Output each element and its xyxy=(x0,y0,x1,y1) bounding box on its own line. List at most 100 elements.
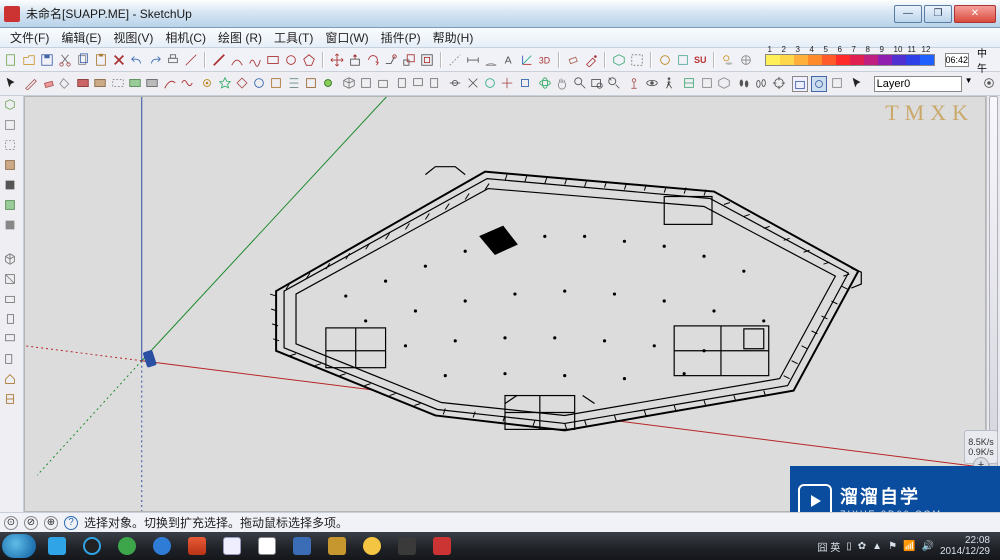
viewport[interactable] xyxy=(24,96,986,512)
redo-icon[interactable] xyxy=(148,52,162,68)
eraser-icon[interactable] xyxy=(566,52,580,68)
tray-sym1[interactable]: ▯ xyxy=(846,541,852,552)
task-app-2[interactable] xyxy=(75,534,109,558)
zoom-window-icon[interactable] xyxy=(590,76,604,92)
pal-house-icon[interactable] xyxy=(3,372,21,390)
paint-icon[interactable] xyxy=(584,52,598,68)
misc-e-icon[interactable] xyxy=(518,76,532,92)
style-wire-icon[interactable] xyxy=(76,76,90,92)
task-app-12[interactable] xyxy=(425,534,459,558)
tool-a-icon[interactable] xyxy=(184,52,198,68)
polygon-icon[interactable] xyxy=(302,52,316,68)
section-display-icon[interactable] xyxy=(700,76,714,92)
menu-edit[interactable]: 编辑(E) xyxy=(55,29,107,46)
task-app-3[interactable] xyxy=(110,534,144,558)
task-app-9[interactable] xyxy=(320,534,354,558)
task-app-6[interactable] xyxy=(215,534,249,558)
paste-icon[interactable] xyxy=(94,52,108,68)
close-button[interactable]: ✕ xyxy=(954,5,996,23)
tray-vol-icon[interactable]: 🔊 xyxy=(921,541,933,552)
pal-face-icon[interactable] xyxy=(3,118,21,136)
walk-step2-icon[interactable] xyxy=(754,76,768,92)
pal-iso-icon[interactable] xyxy=(3,252,21,270)
walk-step-icon[interactable] xyxy=(737,76,751,92)
delete-icon[interactable] xyxy=(112,52,126,68)
select-icon[interactable] xyxy=(4,76,18,92)
gearset-a-icon[interactable] xyxy=(200,76,214,92)
layer-input[interactable] xyxy=(874,76,962,92)
pal-cube-icon[interactable] xyxy=(3,98,21,116)
style-hidden-icon[interactable] xyxy=(93,76,107,92)
print-icon[interactable] xyxy=(166,52,180,68)
target-icon[interactable] xyxy=(772,76,786,92)
task-app-1[interactable] xyxy=(40,534,74,558)
view-iso-icon[interactable] xyxy=(342,76,356,92)
section-cut-icon[interactable] xyxy=(717,76,731,92)
view-left-icon[interactable] xyxy=(428,76,442,92)
rotate-icon[interactable] xyxy=(366,52,380,68)
pal-solid-icon[interactable] xyxy=(3,178,21,196)
group-icon[interactable] xyxy=(630,52,644,68)
menu-help[interactable]: 帮助(H) xyxy=(427,29,480,46)
move-icon[interactable] xyxy=(330,52,344,68)
offset-icon[interactable] xyxy=(420,52,434,68)
orbit-icon[interactable] xyxy=(538,76,552,92)
shadow-settings-icon[interactable] xyxy=(739,52,753,68)
menu-view[interactable]: 视图(V) xyxy=(107,29,159,46)
start-button[interactable] xyxy=(2,534,36,558)
save-icon[interactable] xyxy=(40,52,54,68)
tray-clock[interactable]: 22:082014/12/29 xyxy=(940,535,990,557)
style-mono-icon[interactable] xyxy=(145,76,159,92)
pan-icon[interactable] xyxy=(555,76,569,92)
circle-icon[interactable] xyxy=(284,52,298,68)
protractor-icon[interactable] xyxy=(484,52,498,68)
layer-dropdown-icon[interactable]: ▼ xyxy=(965,76,979,92)
gearset-b-icon[interactable] xyxy=(218,76,232,92)
text-icon[interactable]: A xyxy=(502,52,516,68)
task-app-11[interactable] xyxy=(390,534,424,558)
zoom-icon[interactable] xyxy=(573,76,587,92)
scale-icon[interactable] xyxy=(402,52,416,68)
status-icon-a[interactable]: ⊙ xyxy=(4,516,18,530)
component-icon[interactable] xyxy=(612,52,626,68)
task-app-8[interactable] xyxy=(285,534,319,558)
menu-draw[interactable]: 绘图 (R) xyxy=(212,29,268,46)
pal-back-icon[interactable] xyxy=(3,332,21,350)
cut-icon[interactable] xyxy=(58,52,72,68)
misc-b-icon[interactable] xyxy=(466,76,480,92)
view-back-icon[interactable] xyxy=(411,76,425,92)
gearset-h-icon[interactable] xyxy=(321,76,335,92)
menu-file[interactable]: 文件(F) xyxy=(4,29,55,46)
tray-up-icon[interactable]: ▲ xyxy=(872,541,882,552)
line-icon[interactable] xyxy=(212,52,226,68)
pushpull-icon[interactable] xyxy=(348,52,362,68)
open-icon[interactable] xyxy=(22,52,36,68)
gearset-d-icon[interactable] xyxy=(252,76,266,92)
plugin-a-icon[interactable] xyxy=(658,52,672,68)
view-right-icon[interactable] xyxy=(394,76,408,92)
pal-left-icon[interactable] xyxy=(3,352,21,370)
section-icon[interactable] xyxy=(682,76,696,92)
gearset-c-icon[interactable] xyxy=(235,76,249,92)
task-app-5[interactable] xyxy=(180,534,214,558)
freehand-icon[interactable] xyxy=(248,52,262,68)
month-scale[interactable]: 1 2 3 4 5 6 7 8 9 10 11 12 xyxy=(765,54,935,66)
menu-camera[interactable]: 相机(C) xyxy=(159,29,212,46)
box-a-icon[interactable] xyxy=(792,76,808,92)
3dtext-icon[interactable]: 3D xyxy=(538,52,552,68)
menu-tools[interactable]: 工具(T) xyxy=(268,29,319,46)
tray-flag-icon[interactable]: ⚑ xyxy=(888,541,897,552)
system-tray[interactable]: 囧 英 ▯ ✿ ▲ ⚑ 📶 🔊 22:082014/12/29 xyxy=(817,535,998,557)
misc-d-icon[interactable] xyxy=(500,76,514,92)
tray-sym2[interactable]: ✿ xyxy=(858,541,866,552)
maximize-button[interactable]: ❐ xyxy=(924,5,952,23)
pal-right-icon[interactable] xyxy=(3,312,21,330)
pal-mono-icon[interactable] xyxy=(3,218,21,236)
gearset-g-icon[interactable] xyxy=(304,76,318,92)
status-icon-c[interactable]: ⊕ xyxy=(44,516,58,530)
view-top-icon[interactable] xyxy=(359,76,373,92)
gearset-f-icon[interactable] xyxy=(287,76,301,92)
status-icon-b[interactable]: ⊘ xyxy=(24,516,38,530)
layer-visible-icon[interactable] xyxy=(982,76,996,92)
rect-icon[interactable] xyxy=(266,52,280,68)
